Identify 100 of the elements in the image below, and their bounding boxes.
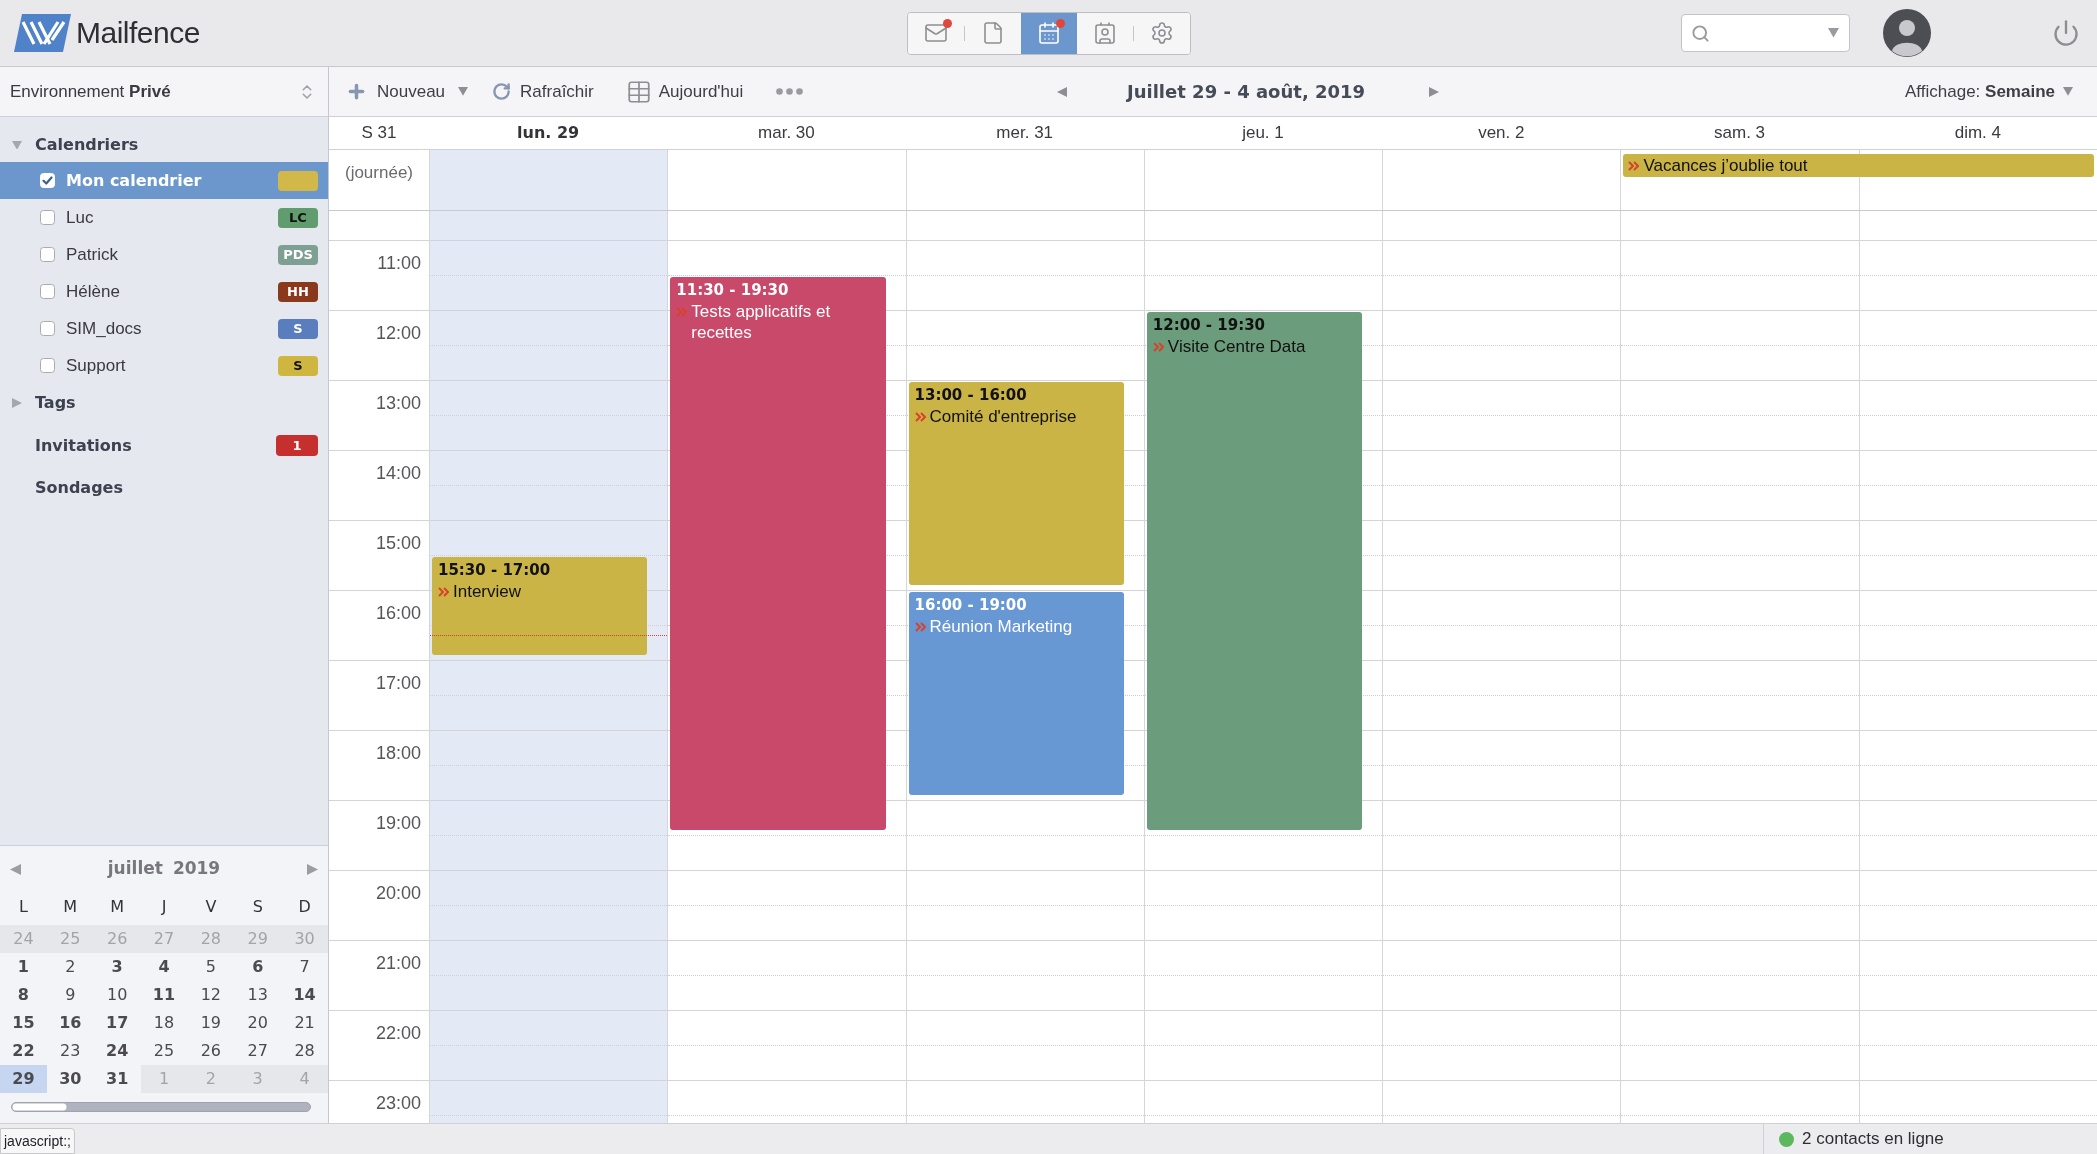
logo-text: Mailfence bbox=[76, 15, 200, 51]
caret-right-icon[interactable] bbox=[307, 863, 318, 875]
year-label: 2019 bbox=[172, 857, 221, 881]
mini-calendar-day[interactable]: 7 bbox=[281, 953, 328, 981]
calendar-initials: S bbox=[278, 355, 318, 376]
mini-calendar-day[interactable]: 25 bbox=[140, 1037, 188, 1065]
checkbox[interactable] bbox=[40, 321, 55, 336]
mini-calendar-day[interactable]: 22 bbox=[0, 1037, 47, 1065]
section-heading[interactable]: Invitations bbox=[35, 433, 132, 458]
mini-calendar-day[interactable]: 10 bbox=[93, 981, 141, 1009]
calendar-initials: LC bbox=[278, 207, 318, 228]
power-icon[interactable] bbox=[2052, 19, 2080, 47]
mini-calendar-day[interactable]: 6 bbox=[234, 953, 282, 981]
calendar-name: Luc bbox=[66, 206, 94, 229]
mini-calendar-day[interactable]: 30 bbox=[46, 1065, 94, 1093]
search-field[interactable] bbox=[1681, 14, 1850, 52]
caret-down-icon[interactable] bbox=[2063, 87, 2073, 96]
calendar-name: SIM_docs bbox=[66, 317, 142, 340]
hour-label: 14:00 bbox=[375, 462, 421, 485]
day-header[interactable]: mar. 30 bbox=[758, 120, 815, 146]
checkbox[interactable] bbox=[40, 247, 55, 262]
event-time: 13:00 - 16:00 bbox=[914, 385, 1028, 406]
mini-calendar-day[interactable]: 3 bbox=[93, 953, 141, 981]
mini-calendar-day[interactable]: 23 bbox=[46, 1037, 94, 1065]
mini-calendar-day[interactable]: 18 bbox=[140, 1009, 188, 1037]
new-button[interactable]: Nouveau bbox=[346, 78, 469, 105]
caret-down-icon[interactable] bbox=[458, 87, 469, 96]
calendar-event[interactable]: 11:30 - 19:30 Tests applicatifs et recettes bbox=[670, 277, 886, 830]
calendar-name: Hélène bbox=[66, 280, 120, 303]
all-day-event[interactable]: Vacances j’oublie tout bbox=[1623, 154, 2094, 177]
calendar-name: Mon calendrier bbox=[66, 169, 202, 192]
mini-calendar-day[interactable]: 1 bbox=[0, 953, 47, 981]
calendar-list-item[interactable]: Patrick PDS bbox=[0, 236, 328, 273]
checkbox[interactable] bbox=[40, 210, 55, 225]
today-button[interactable]: Aujourd'hui bbox=[625, 78, 744, 105]
checkbox[interactable] bbox=[40, 284, 55, 299]
event-time: 12:00 - 19:30 bbox=[1152, 315, 1266, 336]
contact-card-icon bbox=[1092, 21, 1117, 45]
day-header[interactable]: dim. 4 bbox=[1954, 120, 2001, 146]
mini-calendar-day[interactable]: 12 bbox=[187, 981, 235, 1009]
day-header[interactable]: mer. 31 bbox=[996, 120, 1054, 146]
search-icon bbox=[1691, 23, 1710, 43]
mini-calendar-day[interactable]: 27 bbox=[234, 1037, 282, 1065]
mini-calendar-day[interactable]: 24 bbox=[93, 1037, 141, 1065]
checkbox[interactable] bbox=[40, 358, 55, 373]
day-header[interactable]: sam. 3 bbox=[1714, 120, 1766, 146]
caret-right-icon[interactable] bbox=[1429, 86, 1440, 97]
app-switcher-button[interactable] bbox=[1020, 12, 1077, 54]
mini-calendar-day[interactable]: 17 bbox=[93, 1009, 141, 1037]
mini-calendar-day[interactable]: 31 bbox=[93, 1065, 141, 1093]
more-button[interactable] bbox=[776, 88, 804, 95]
mini-calendar-day[interactable]: 14 bbox=[281, 981, 328, 1009]
section-heading[interactable]: Calendriers bbox=[35, 133, 139, 157]
day-header[interactable]: ven. 2 bbox=[1478, 120, 1525, 146]
refresh-button[interactable]: Rafraîchir bbox=[492, 78, 594, 105]
calendar-event[interactable]: 12:00 - 19:30 Visite Centre Data bbox=[1146, 312, 1363, 830]
caret-left-icon[interactable] bbox=[10, 863, 21, 875]
day-header[interactable]: lun. 29 bbox=[517, 121, 580, 145]
calendar-list-item[interactable]: Support S bbox=[0, 347, 328, 384]
horizontal-scrollbar[interactable] bbox=[11, 1102, 311, 1112]
caret-down-icon[interactable] bbox=[1828, 28, 1839, 38]
day-header[interactable]: jeu. 1 bbox=[1242, 120, 1284, 146]
calendar-list-item[interactable]: Luc LC bbox=[0, 199, 328, 236]
calendar-list-item[interactable]: Hélène HH bbox=[0, 273, 328, 310]
mini-calendar-day[interactable]: 28 bbox=[281, 1037, 328, 1065]
event-time: 11:30 - 19:30 bbox=[676, 280, 790, 301]
mini-calendar-day[interactable]: 13 bbox=[234, 981, 282, 1009]
mini-calendar-day[interactable]: 5 bbox=[187, 953, 235, 981]
mini-calendar-day[interactable]: 21 bbox=[281, 1009, 328, 1037]
mini-calendar-day[interactable]: 11 bbox=[140, 981, 188, 1009]
calendar-event[interactable]: 13:00 - 16:00 Comité d'entreprise bbox=[908, 382, 1124, 585]
calendar-list-item[interactable]: SIM_docs S bbox=[0, 310, 328, 347]
weekday-label: J bbox=[161, 896, 167, 918]
hour-label: 12:00 bbox=[375, 322, 421, 345]
mini-calendar-day[interactable]: 4 bbox=[140, 953, 188, 981]
section-heading[interactable]: Sondages bbox=[35, 475, 123, 500]
caret-right-icon[interactable] bbox=[12, 397, 22, 408]
section-heading[interactable]: Tags bbox=[35, 390, 76, 415]
environment-selector[interactable]: Environnement Privé bbox=[0, 67, 328, 117]
mini-calendar-day[interactable]: 19 bbox=[187, 1009, 235, 1037]
mini-calendar-day[interactable]: 2 bbox=[46, 953, 94, 981]
avatar[interactable] bbox=[1883, 9, 1931, 57]
mini-calendar-day[interactable]: 15 bbox=[0, 1009, 47, 1037]
weekday-label: S bbox=[252, 896, 263, 918]
mini-calendar-day[interactable]: 9 bbox=[46, 981, 94, 1009]
event-time: 15:30 - 17:00 bbox=[438, 560, 552, 581]
view-selector[interactable]: Affichage: Semaine bbox=[1905, 78, 2097, 105]
mini-calendar-day[interactable]: 20 bbox=[234, 1009, 282, 1037]
event-title: Tests applicatifs et recettes bbox=[691, 301, 832, 343]
mini-calendar-day[interactable]: 29 bbox=[0, 1065, 47, 1093]
mini-calendar-day[interactable]: 26 bbox=[187, 1037, 235, 1065]
mini-calendar-day[interactable]: 16 bbox=[46, 1009, 94, 1037]
hour-label: 16:00 bbox=[375, 602, 421, 625]
caret-left-icon[interactable] bbox=[1057, 86, 1067, 97]
mini-calendar-day[interactable]: 8 bbox=[0, 981, 47, 1009]
caret-down-icon[interactable] bbox=[12, 140, 22, 150]
week-number: S 31 bbox=[361, 122, 397, 145]
calendar-event[interactable]: 15:30 - 17:00 Interview bbox=[432, 557, 648, 655]
hour-label: 22:00 bbox=[375, 1022, 421, 1045]
month-label: juillet bbox=[107, 857, 163, 881]
